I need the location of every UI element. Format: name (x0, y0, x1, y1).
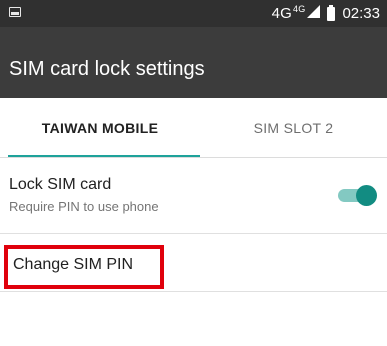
network-sup: 4G (293, 4, 306, 14)
toggle-thumb (356, 185, 377, 206)
battery-icon (327, 4, 336, 21)
tab-label: TAIWAN MOBILE (41, 120, 159, 136)
setting-title: Lock SIM card (9, 176, 112, 193)
tab-sim-slot-2[interactable]: SIM SLOT 2 (200, 98, 387, 158)
tab-indicator (8, 155, 200, 157)
network-indicator: 4G 4G (271, 4, 321, 22)
app-bar: SIM card lock settings (0, 27, 387, 98)
tab-taiwan-mobile[interactable]: TAIWAN MOBILE (0, 98, 200, 158)
screenshot-notification-icon (9, 7, 21, 17)
page-title: SIM card lock settings (9, 58, 205, 80)
tab-label: SIM SLOT 2 (253, 120, 334, 136)
status-icons: 4G 4G 02:33 (272, 0, 380, 27)
sim-tabs: TAIWAN MOBILE SIM SLOT 2 (0, 98, 387, 158)
lock-sim-toggle[interactable] (338, 185, 377, 206)
lock-sim-card-setting[interactable]: Lock SIM card Require PIN to use phone (0, 158, 387, 234)
network-type: 4G (271, 5, 293, 22)
highlight-box (4, 245, 164, 289)
setting-subtitle: Require PIN to use phone (9, 199, 159, 214)
status-time: 02:33 (342, 5, 380, 22)
status-bar: 4G 4G 02:33 (0, 0, 387, 27)
cellular-signal-icon (307, 5, 321, 18)
